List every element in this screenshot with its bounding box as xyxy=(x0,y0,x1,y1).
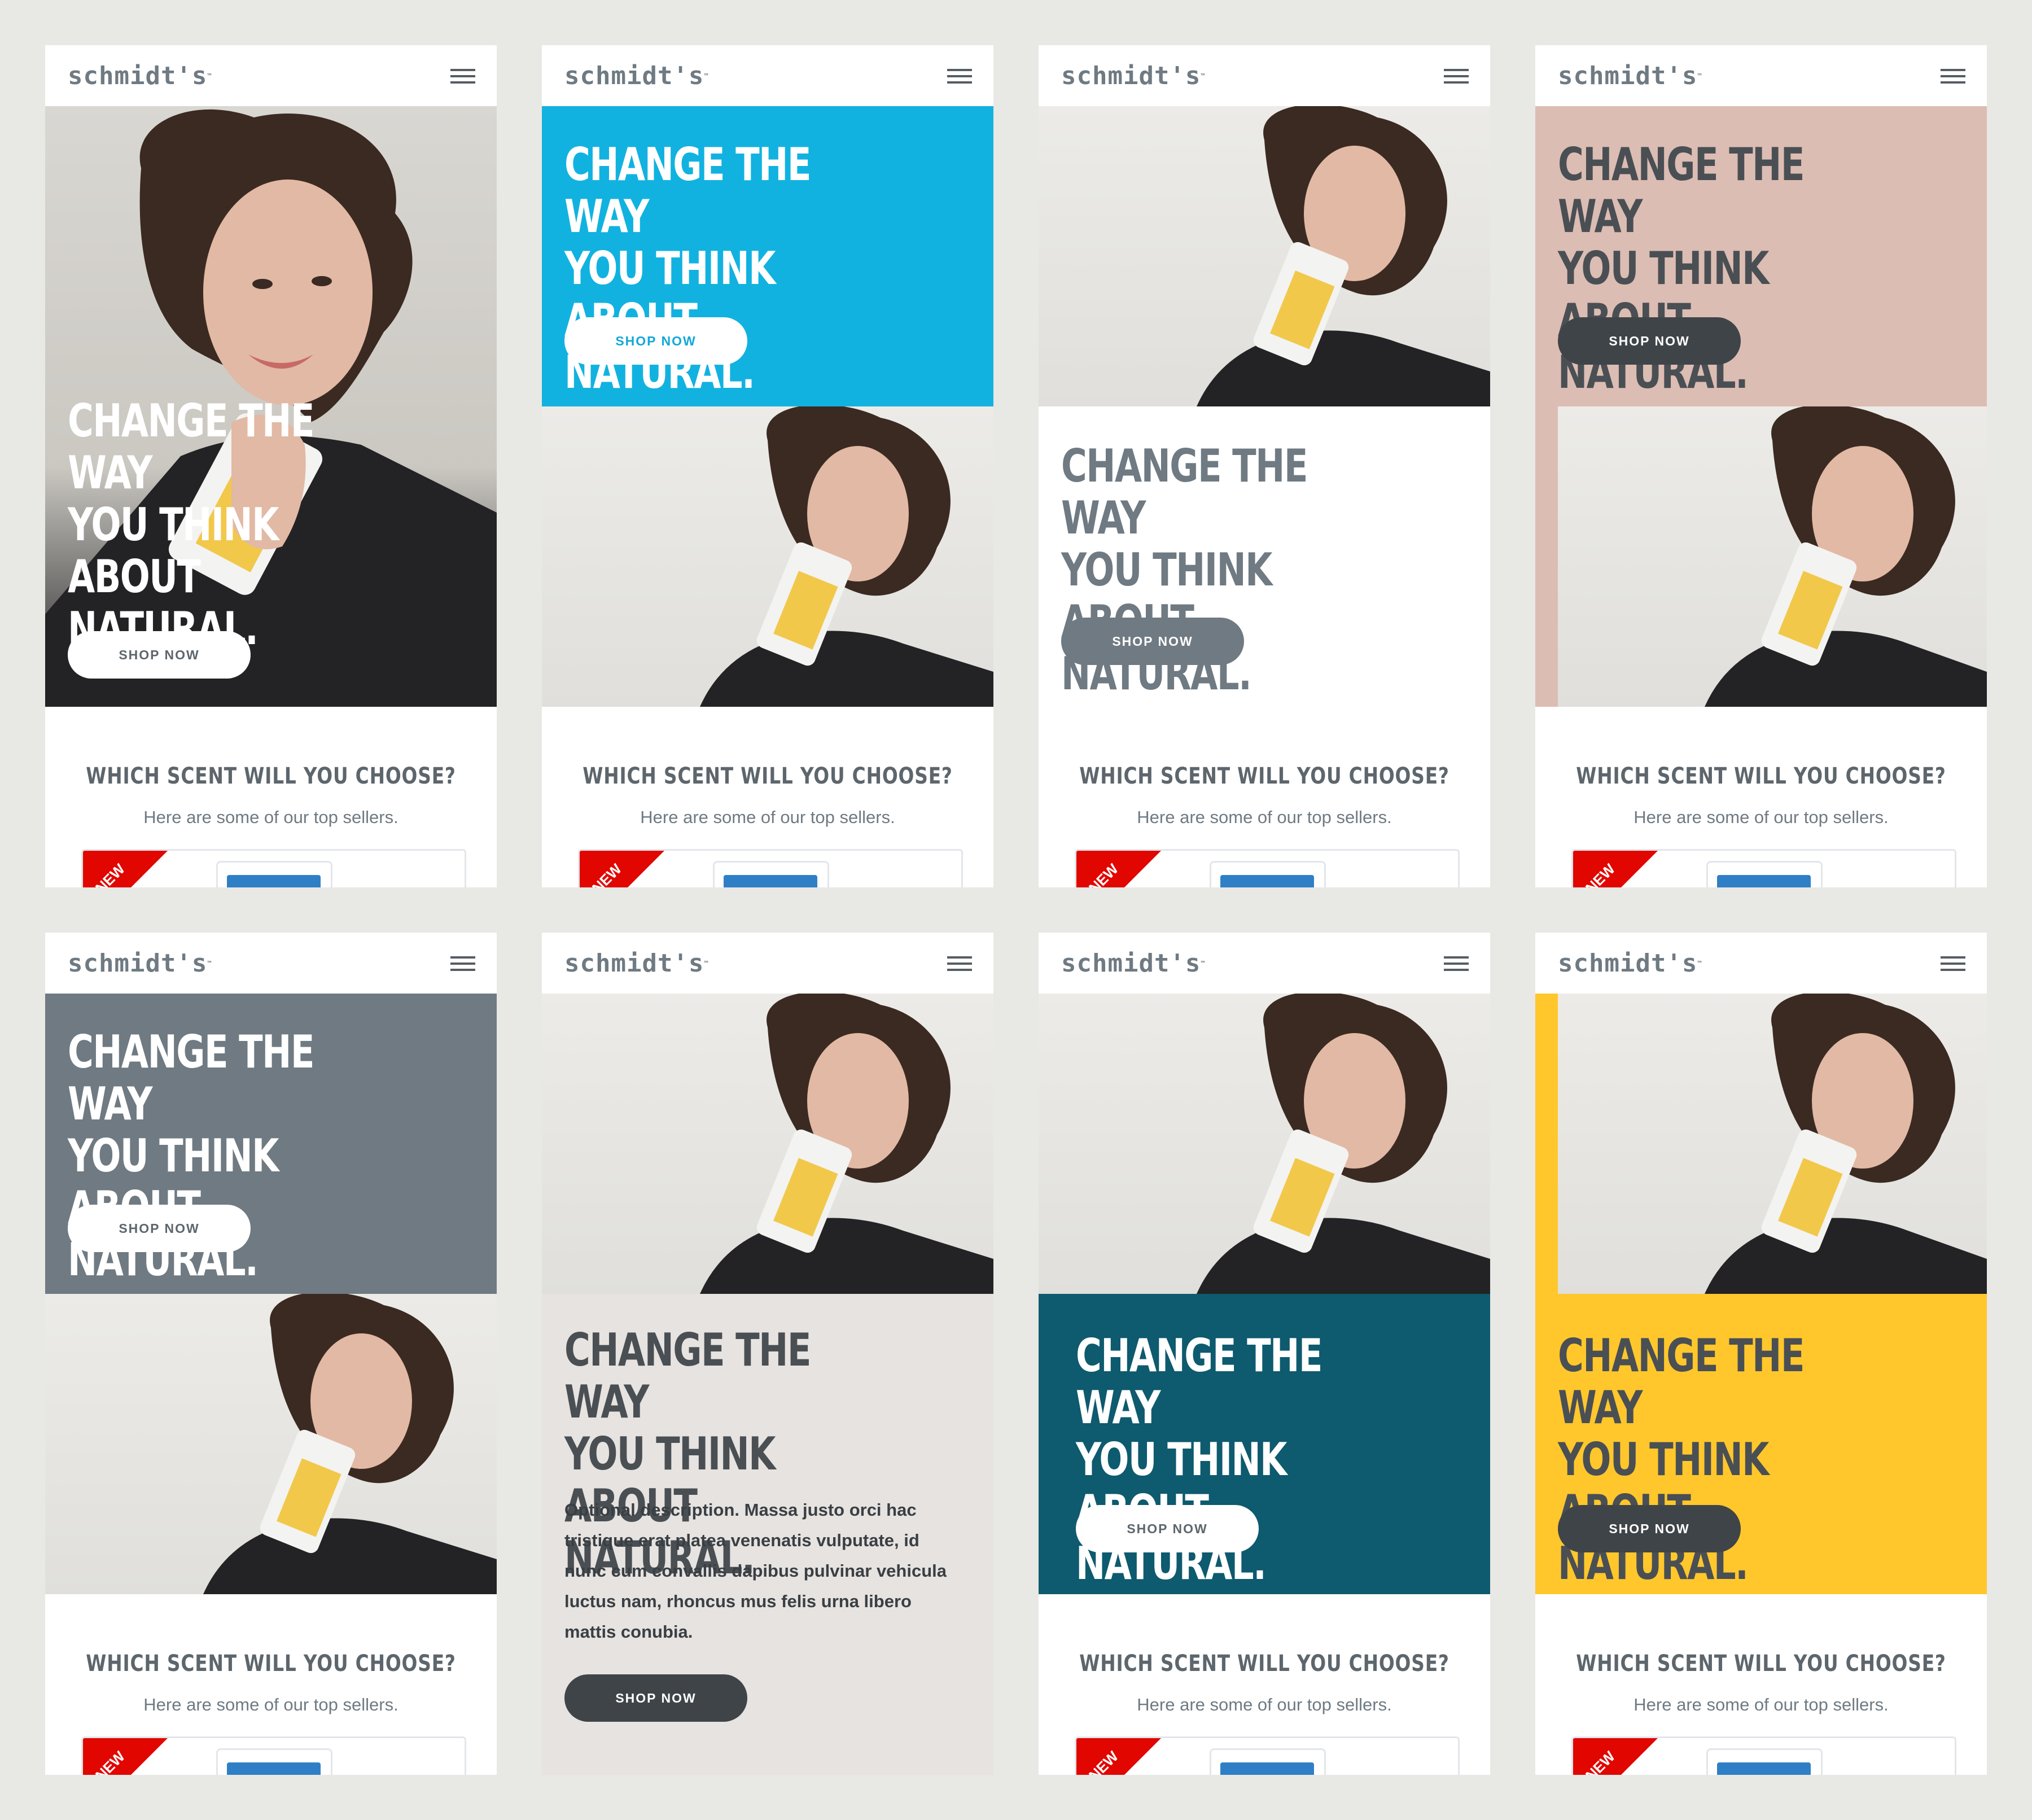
shop-now-button[interactable]: SHOP NOW xyxy=(1558,317,1741,365)
shop-now-button[interactable]: SHOP NOW xyxy=(564,1674,747,1722)
logo[interactable]: schmidt's™ xyxy=(1061,950,1206,978)
mobile-mockup-slate: schmidt's™ CHANGE THE WAY YOU THINK ABOU… xyxy=(45,933,497,1775)
product-card[interactable]: NEW xyxy=(1075,1736,1460,1775)
product-card[interactable]: NEW xyxy=(578,849,963,887)
shop-now-button[interactable]: SHOP NOW xyxy=(1076,1505,1259,1552)
mobile-mockup-yellow: schmidt's™ CHANGE THE WAY YOU THINK ABOU… xyxy=(1535,933,1987,1775)
mobile-mockup-white: schmidt's™ CHANGE THE WAY YOU THINK ABOU… xyxy=(1039,45,1490,887)
shop-now-button[interactable]: SHOP NOW xyxy=(1061,618,1244,665)
mobile-mockup-blue: schmidt's™ CHANGE THE WAY YOU THINK ABOU… xyxy=(542,45,993,887)
mobile-mockup-stone: schmidt's™ CHANGE THE WAY YOU THINK ABOU… xyxy=(542,933,993,1775)
product-image xyxy=(713,861,829,887)
hero-photo xyxy=(1039,106,1490,406)
logo[interactable]: schmidt's™ xyxy=(68,62,212,90)
hero-description: Optional description. Massa justo orci h… xyxy=(564,1500,947,1642)
header: schmidt's™ xyxy=(542,933,993,994)
hamburger-menu-icon[interactable] xyxy=(1444,69,1469,85)
product-image xyxy=(1210,861,1326,887)
section-subtitle: Here are some of our top sellers. xyxy=(1137,807,1392,827)
product-image xyxy=(216,861,332,887)
mobile-mockup-blush: schmidt's™ CHANGE THE WAY YOU THINK ABOU… xyxy=(1535,45,1987,887)
section-subtitle: Here are some of our top sellers. xyxy=(143,1695,398,1714)
logo[interactable]: schmidt's™ xyxy=(1558,950,1702,978)
hamburger-menu-icon[interactable] xyxy=(450,69,475,85)
product-card[interactable]: NEW xyxy=(1571,849,1956,887)
section-subtitle: Here are some of our top sellers. xyxy=(1137,1695,1392,1714)
shop-now-button[interactable]: SHOP NOW xyxy=(68,1205,251,1252)
logo[interactable]: schmidt's™ xyxy=(564,62,709,90)
header: schmidt's™ xyxy=(1535,45,1987,106)
section-subtitle: Here are some of our top sellers. xyxy=(1634,807,1889,827)
section-subtitle: Here are some of our top sellers. xyxy=(143,807,398,827)
logo[interactable]: schmidt's™ xyxy=(564,950,709,978)
header: schmidt's™ xyxy=(1535,933,1987,994)
hamburger-menu-icon[interactable] xyxy=(1941,956,1965,972)
hamburger-menu-icon[interactable] xyxy=(450,956,475,972)
product-image xyxy=(1706,861,1823,887)
product-card[interactable]: NEW xyxy=(1571,1736,1956,1775)
section-title: WHICH SCENT WILL YOU CHOOSE? xyxy=(86,763,456,789)
hero-photo xyxy=(45,1294,497,1594)
section-title: WHICH SCENT WILL YOU CHOOSE? xyxy=(86,1651,456,1677)
header: schmidt's™ xyxy=(45,933,497,994)
shop-now-button[interactable]: SHOP NOW xyxy=(1558,1505,1741,1552)
product-card[interactable]: NEW xyxy=(81,1736,466,1775)
product-card[interactable]: NEW xyxy=(1075,849,1460,887)
section-title: WHICH SCENT WILL YOU CHOOSE? xyxy=(1079,763,1449,789)
section-title: WHICH SCENT WILL YOU CHOOSE? xyxy=(1576,1651,1946,1677)
header: schmidt's™ xyxy=(45,45,497,106)
hero-photo xyxy=(1558,994,1987,1294)
mobile-mockup-teal: schmidt's™ CHANGE THE WAY YOU THINK ABOU… xyxy=(1039,933,1490,1775)
header: schmidt's™ xyxy=(542,45,993,106)
section-subtitle: Here are some of our top sellers. xyxy=(1634,1695,1889,1714)
hamburger-menu-icon[interactable] xyxy=(947,956,972,972)
product-image xyxy=(1210,1748,1326,1775)
section-subtitle: Here are some of our top sellers. xyxy=(640,807,895,827)
product-image xyxy=(216,1748,332,1775)
hero-photo xyxy=(1558,406,1987,707)
shop-now-button[interactable]: SHOP NOW xyxy=(564,317,747,365)
product-image xyxy=(1706,1748,1823,1775)
hamburger-menu-icon[interactable] xyxy=(1444,956,1469,972)
hero-photo xyxy=(542,994,993,1294)
section-title: WHICH SCENT WILL YOU CHOOSE? xyxy=(1576,763,1946,789)
hamburger-menu-icon[interactable] xyxy=(947,69,972,85)
section-title: WHICH SCENT WILL YOU CHOOSE? xyxy=(1079,1651,1449,1677)
section-title: WHICH SCENT WILL YOU CHOOSE? xyxy=(583,763,953,789)
hero-photo xyxy=(1039,994,1490,1294)
hamburger-menu-icon[interactable] xyxy=(1941,69,1965,85)
logo[interactable]: schmidt's™ xyxy=(68,950,212,978)
product-card[interactable]: NEW xyxy=(81,849,466,887)
hero-photo xyxy=(542,406,993,707)
header: schmidt's™ xyxy=(1039,45,1490,106)
shop-now-button[interactable]: SHOP NOW xyxy=(68,631,251,679)
header: schmidt's™ xyxy=(1039,933,1490,994)
hero-headline: CHANGE THE WAY YOU THINK ABOUT NATURAL. xyxy=(68,395,314,655)
logo[interactable]: schmidt's™ xyxy=(1061,62,1206,90)
mobile-mockup-photo-overlay: schmidt's™ CHANGE THE WAY YOU THINK ABOU… xyxy=(45,45,497,887)
logo[interactable]: schmidt's™ xyxy=(1558,62,1702,90)
